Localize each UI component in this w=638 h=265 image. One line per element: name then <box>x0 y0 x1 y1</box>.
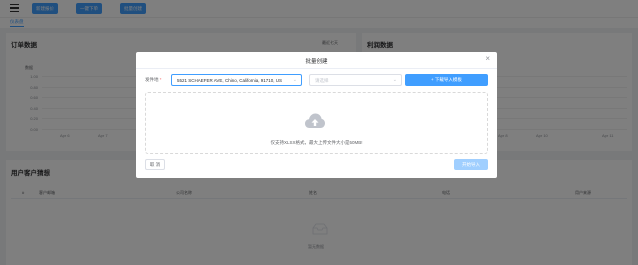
required-mark: * <box>159 77 162 82</box>
upload-dropzone[interactable]: 仅支持XLSX格式，最大上传文件大小是50MB! <box>145 92 488 154</box>
cancel-button[interactable]: 取 消 <box>145 159 165 170</box>
secondary-select[interactable]: 请选择 ⌄ <box>309 74 402 86</box>
cloud-upload-icon <box>305 113 325 128</box>
chevron-down-icon: ⌄ <box>392 77 397 83</box>
sender-address-label: 发件地 * <box>145 77 162 83</box>
close-icon[interactable]: × <box>485 55 490 63</box>
upload-hint: 仅支持XLSX格式，最大上传文件大小是50MB! <box>270 140 363 145</box>
bulk-create-dialog: 批量创建 × 发件地 * 5521 SCHAEFER AVE, Chino, C… <box>136 52 497 178</box>
secondary-select-placeholder: 请选择 <box>315 78 329 83</box>
chevron-down-icon: ⌄ <box>292 77 297 83</box>
download-template-button[interactable]: + 下载导入模板 <box>405 74 488 86</box>
dialog-header-divider <box>136 68 497 69</box>
sender-address-label-text: 发件地 <box>145 77 159 82</box>
dialog-title: 批量创建 <box>305 59 328 65</box>
sender-address-select[interactable]: 5521 SCHAEFER AVE, Chino, California, 91… <box>171 74 302 86</box>
sender-address-value: 5521 SCHAEFER AVE, Chino, California, 91… <box>177 78 282 83</box>
start-import-button[interactable]: 开始导入 <box>454 159 488 170</box>
